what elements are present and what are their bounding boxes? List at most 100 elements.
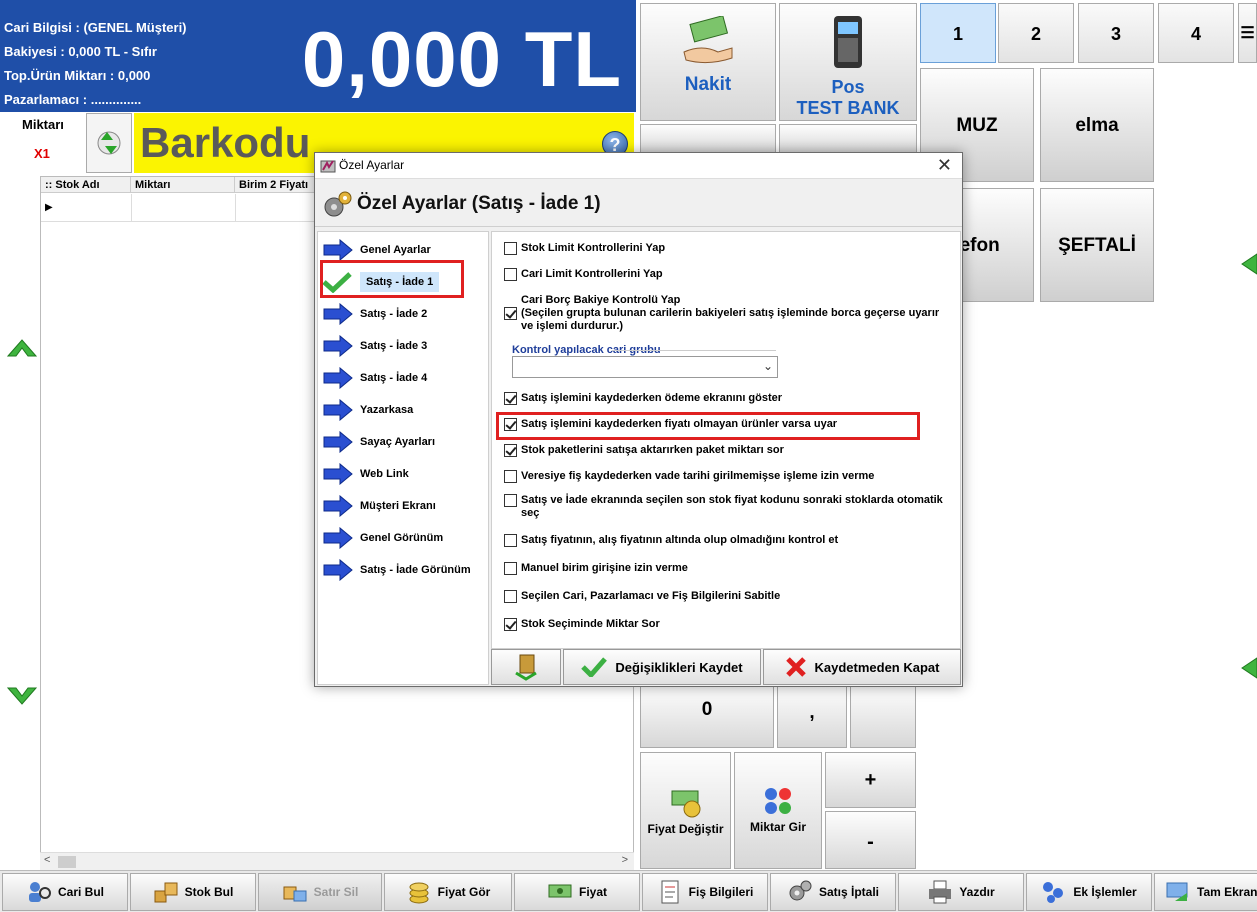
nav-item-5[interactable]: Satış - İade 4 — [322, 364, 486, 392]
cari-bilgisi: Cari Bilgisi : (GENEL Müşteri) — [4, 20, 187, 35]
scroll-right-icon[interactable]: > — [622, 854, 628, 866]
key-0[interactable]: 0 — [640, 686, 774, 748]
products-down-icon[interactable] — [1240, 656, 1257, 680]
option-checkbox[interactable] — [504, 307, 517, 320]
close-without-saving-button[interactable]: Kaydetmeden Kapat — [763, 649, 961, 685]
option-checkbox[interactable] — [504, 268, 517, 281]
customer-group-select[interactable]: ⌄ — [512, 356, 778, 378]
option-8[interactable]: Satış ve İade ekranında seçilen son stok… — [504, 494, 944, 520]
option-checkbox[interactable] — [504, 618, 517, 631]
scroll-down-icon[interactable] — [6, 684, 38, 708]
price-button[interactable]: Fiyat — [514, 873, 640, 911]
arrow-right-icon — [323, 239, 353, 261]
nav-item-7[interactable]: Sayaç Ayarları — [322, 428, 486, 456]
find-stock-button[interactable]: Stok Bul — [130, 873, 256, 911]
option-2[interactable]: Cari Limit Kontrollerini Yap — [504, 268, 944, 281]
menu-icon[interactable]: ☰ — [1238, 3, 1257, 63]
minus-button[interactable]: - — [825, 811, 916, 869]
option-10[interactable]: Manuel birim girişine izin verme — [504, 562, 944, 575]
enter-quantity-label: Miktar Gir — [749, 820, 806, 834]
restore-button[interactable] — [491, 649, 561, 685]
close-icon[interactable]: ✕ — [937, 155, 952, 176]
find-customer-button[interactable]: Cari Bul — [2, 873, 128, 911]
pos-label-1: Pos — [831, 77, 865, 97]
option-checkbox[interactable] — [504, 444, 517, 457]
option-4[interactable]: Satış işlemini kaydederken ödeme ekranın… — [504, 392, 944, 405]
nav-item-4[interactable]: Satış - İade 3 — [322, 332, 486, 360]
top-urun-miktari: Top.Ürün Miktarı : 0,000 — [4, 68, 151, 83]
option-checkbox[interactable] — [504, 470, 517, 483]
enter-quantity-button[interactable]: Miktar Gir — [734, 752, 822, 869]
product-seftali[interactable]: ŞEFTALİ — [1040, 188, 1154, 302]
save-changes-button[interactable]: Değişiklikleri Kaydet — [563, 649, 761, 685]
nav-item-10[interactable]: Genel Görünüm — [322, 524, 486, 552]
fullscreen-button[interactable]: Tam Ekran — [1154, 873, 1257, 911]
option-checkbox[interactable] — [504, 494, 517, 507]
change-price-button[interactable]: Fiyat Değiştir — [640, 752, 731, 869]
nav-item-9[interactable]: Müşteri Ekranı — [322, 492, 486, 520]
col-miktari[interactable]: Miktarı — [131, 177, 235, 193]
extra-ops-icon — [1041, 879, 1067, 905]
close-without-saving-label: Kaydetmeden Kapat — [814, 659, 940, 675]
product-elma[interactable]: elma — [1040, 68, 1154, 182]
quantity-label: Miktarı — [22, 117, 64, 132]
scroll-left-icon[interactable]: < — [44, 854, 50, 866]
tab-4[interactable]: 4 — [1158, 3, 1234, 63]
option-checkbox[interactable] — [504, 418, 517, 431]
nav-item-6[interactable]: Yazarkasa — [322, 396, 486, 424]
option-5[interactable]: Satış işlemini kaydederken fiyatı olmaya… — [504, 418, 944, 431]
option-label: Stok paketlerini satışa aktarırken paket… — [521, 444, 784, 457]
horizontal-scrollbar[interactable]: < > — [40, 852, 634, 870]
gears-icon — [787, 879, 813, 905]
key-blank[interactable] — [850, 686, 916, 748]
option-label: Cari Limit Kontrollerini Yap — [521, 268, 663, 281]
option-7[interactable]: Veresiye fiş kaydederken vade tarihi gir… — [504, 470, 944, 483]
tab-1[interactable]: 1 — [920, 3, 996, 63]
table-row[interactable]: ▶ — [41, 194, 315, 222]
option-3[interactable]: Cari Borç Bakiye Kontrolü Yap (Seçilen gr… — [504, 294, 944, 333]
payment-tile-3[interactable] — [640, 124, 776, 154]
quantity-value[interactable]: X1 — [34, 146, 50, 161]
delete-row-icon — [282, 879, 308, 905]
option-9[interactable]: Satış fiyatının, alış fiyatının altında … — [504, 534, 944, 547]
option-1[interactable]: Stok Limit Kontrollerini Yap — [504, 242, 944, 255]
extra-operations-button[interactable]: Ek İşlemler — [1026, 873, 1152, 911]
pos-button[interactable]: Pos TEST BANK — [779, 3, 917, 121]
plus-button[interactable]: + — [825, 752, 916, 808]
barcode-placeholder: Barkodu — [140, 119, 311, 166]
option-checkbox[interactable] — [504, 590, 517, 603]
col-birim2-fiyati[interactable]: Birim 2 Fiyatı — [235, 177, 315, 193]
option-checkbox[interactable] — [504, 392, 517, 405]
nav-item-3[interactable]: Satış - İade 2 — [322, 300, 486, 328]
scroll-thumb[interactable] — [58, 856, 76, 868]
option-label: Satış fiyatının, alış fiyatının altında … — [521, 534, 838, 547]
option-checkbox[interactable] — [504, 534, 517, 547]
dialog-titlebar[interactable]: Özel Ayarlar ✕ — [315, 153, 962, 179]
option-label: Stok Limit Kontrollerini Yap — [521, 242, 665, 255]
cancel-sale-button[interactable]: Satış İptali — [770, 873, 896, 911]
option-11[interactable]: Seçilen Cari, Pazarlamacı ve Fiş Bilgile… — [504, 590, 944, 603]
cash-button[interactable]: Nakit — [640, 3, 776, 121]
option-12[interactable]: Stok Seçiminde Miktar Sor — [504, 618, 944, 631]
option-6[interactable]: Stok paketlerini satışa aktarırken paket… — [504, 444, 944, 457]
print-button[interactable]: Yazdır — [898, 873, 1024, 911]
nav-item-11[interactable]: Satış - İade Görünüm — [322, 556, 486, 584]
tab-3[interactable]: 3 — [1078, 3, 1154, 63]
nav-item-8[interactable]: Web Link — [322, 460, 486, 488]
option-checkbox[interactable] — [504, 562, 517, 575]
payment-tile-4[interactable] — [779, 124, 917, 154]
key-comma[interactable]: , — [777, 686, 847, 748]
group-divider — [612, 350, 776, 351]
view-price-button[interactable]: Fiyat Gör — [384, 873, 512, 911]
receipt-info-button[interactable]: Fiş Bilgileri — [642, 873, 768, 911]
option-checkbox[interactable] — [504, 242, 517, 255]
arrow-right-icon — [323, 559, 353, 581]
tab-2[interactable]: 2 — [998, 3, 1074, 63]
scroll-up-icon[interactable] — [6, 336, 38, 360]
fullscreen-label: Tam Ekran — [1197, 885, 1257, 899]
col-stok-adi[interactable]: :: Stok Adı — [41, 177, 131, 193]
row-pointer-icon: ▶ — [45, 202, 53, 213]
products-up-icon[interactable] — [1240, 252, 1257, 276]
swap-button[interactable] — [86, 113, 132, 173]
delete-row-button[interactable]: Satır Sil — [258, 873, 382, 911]
